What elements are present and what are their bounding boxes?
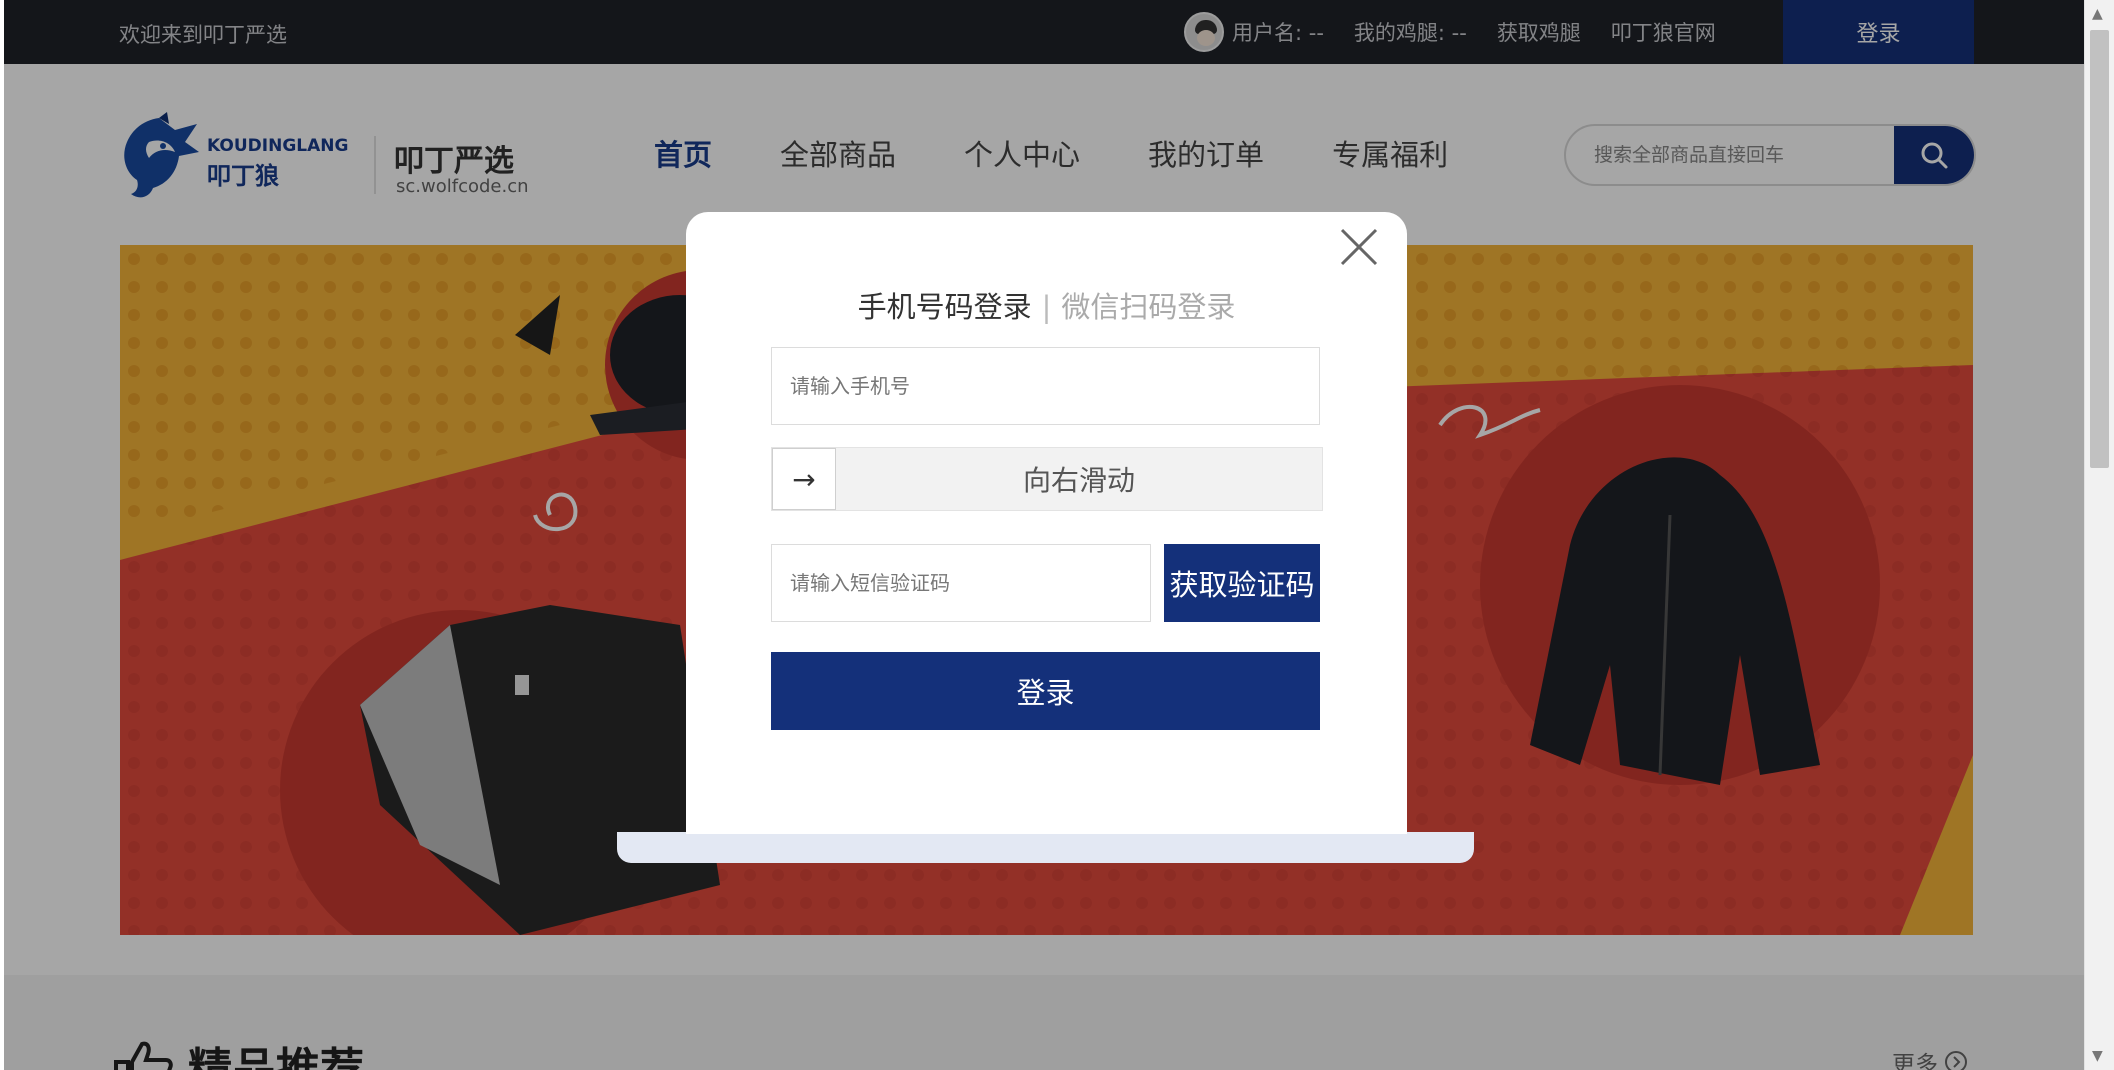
arrow-right-icon: →	[792, 462, 816, 496]
login-modal: 手机号码登录 | 微信扫码登录 → 向右滑动 获取验证码 登录	[686, 212, 1407, 834]
scroll-up-icon[interactable]: ▲	[2092, 6, 2103, 22]
slider-label: 向右滑动	[1022, 464, 1135, 497]
close-icon[interactable]	[1336, 224, 1382, 270]
slide-verify[interactable]: → 向右滑动	[771, 447, 1323, 511]
page: 欢迎来到叩丁严选 用户名: -- 我的鸡腿: -- 获取鸡腿 叩丁狼官网 登录 …	[0, 0, 2114, 1070]
login-tabs: 手机号码登录 | 微信扫码登录	[686, 284, 1407, 326]
phone-input[interactable]	[771, 347, 1320, 425]
tab-phone-login[interactable]: 手机号码登录	[858, 290, 1032, 324]
modal-base	[617, 832, 1474, 863]
scrollbar-thumb[interactable]	[2090, 30, 2109, 468]
tab-separator: |	[1041, 290, 1052, 324]
sms-code-input[interactable]	[771, 544, 1151, 622]
scroll-down-icon[interactable]: ▼	[2092, 1048, 2103, 1064]
login-submit-button[interactable]: 登录	[771, 652, 1320, 730]
page-scrollbar[interactable]: ▲ ▼	[2084, 0, 2114, 1070]
get-code-button[interactable]: 获取验证码	[1164, 544, 1320, 622]
tab-wechat-login[interactable]: 微信扫码登录	[1061, 290, 1235, 324]
slider-handle[interactable]: →	[772, 448, 836, 510]
